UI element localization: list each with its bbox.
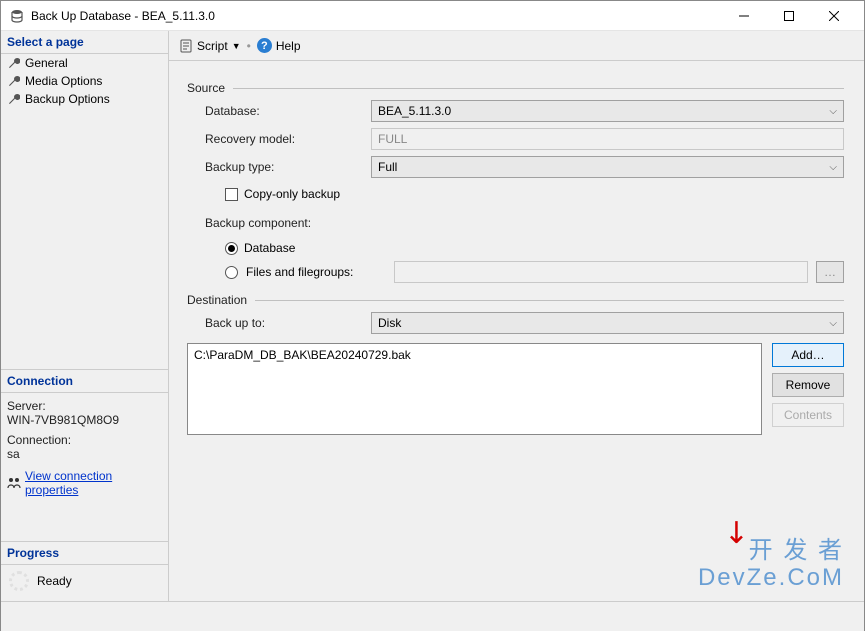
add-button[interactable]: Add…: [772, 343, 844, 367]
sidebar: Select a page General Media Options Back…: [1, 31, 169, 601]
destination-group-label: Destination: [187, 293, 247, 307]
database-value: BEA_5.11.3.0: [378, 104, 451, 118]
sidebar-item-media-options[interactable]: Media Options: [1, 72, 168, 90]
script-icon: [179, 39, 193, 53]
progress-spinner-icon: [9, 571, 29, 591]
wrench-icon: [7, 92, 21, 106]
copy-only-checkbox[interactable]: Copy-only backup: [225, 187, 844, 201]
select-page-header: Select a page: [1, 31, 168, 54]
source-group: Source: [187, 81, 844, 95]
filegroups-field: [394, 261, 808, 283]
copy-only-label: Copy-only backup: [244, 187, 340, 201]
backup-type-label: Backup type:: [205, 160, 371, 174]
radio-icon: [225, 242, 238, 255]
status-bar: [1, 601, 864, 631]
remove-button[interactable]: Remove: [772, 373, 844, 397]
sidebar-item-label: General: [25, 56, 68, 70]
sidebar-item-label: Backup Options: [25, 92, 110, 106]
main-panel: Script ▼ • ? Help Source Database: BEA_5…: [169, 31, 864, 601]
source-group-label: Source: [187, 81, 225, 95]
annotation-arrow: ↘: [715, 510, 758, 553]
radio-files-label[interactable]: Files and filegroups:: [246, 265, 386, 279]
database-label: Database:: [205, 104, 371, 118]
backup-type-select[interactable]: Full ⌵: [371, 156, 844, 178]
backup-component-label: Backup component:: [205, 216, 371, 230]
window-controls: [721, 1, 856, 30]
backup-type-value: Full: [378, 160, 397, 174]
database-icon: [9, 8, 25, 24]
checkbox-icon: [225, 188, 238, 201]
help-label: Help: [276, 39, 301, 53]
help-icon: ?: [257, 38, 272, 53]
connection-panel: Connection Server: WIN-7VB981QM8O9 Conne…: [1, 369, 168, 501]
backup-to-value: Disk: [378, 316, 401, 330]
chevron-down-icon: ▼: [232, 41, 241, 51]
sidebar-item-general[interactable]: General: [1, 54, 168, 72]
progress-status: Ready: [37, 574, 72, 588]
contents-button[interactable]: Contents: [772, 403, 844, 427]
radio-database-label: Database: [244, 241, 295, 255]
sidebar-item-backup-options[interactable]: Backup Options: [1, 90, 168, 108]
help-button[interactable]: ? Help: [257, 38, 301, 53]
server-label: Server:: [7, 399, 162, 413]
connection-icon: [7, 476, 21, 490]
chevron-down-icon: ⌵: [829, 162, 837, 173]
sidebar-item-label: Media Options: [25, 74, 102, 88]
recovery-model-value: FULL: [371, 128, 844, 150]
wrench-icon: [7, 74, 21, 88]
database-select[interactable]: BEA_5.11.3.0 ⌵: [371, 100, 844, 122]
backup-to-label: Back up to:: [205, 316, 371, 330]
script-button[interactable]: Script ▼: [179, 39, 241, 53]
view-connection-link[interactable]: View connection properties: [25, 469, 162, 497]
connection-label: Connection:: [7, 433, 162, 447]
connection-header: Connection: [1, 370, 168, 393]
recovery-model-label: Recovery model:: [205, 132, 371, 146]
wrench-icon: [7, 56, 21, 70]
progress-header: Progress: [1, 542, 168, 565]
window-title: Back Up Database - BEA_5.11.3.0: [31, 9, 721, 23]
radio-database[interactable]: Database: [225, 241, 844, 255]
server-value: WIN-7VB981QM8O9: [7, 413, 162, 427]
destination-group: Destination: [187, 293, 844, 307]
radio-icon: [225, 266, 238, 279]
list-item[interactable]: C:\ParaDM_DB_BAK\BEA20240729.bak: [194, 348, 755, 362]
chevron-down-icon: ⌵: [829, 106, 837, 117]
toolbar: Script ▼ • ? Help: [169, 31, 864, 61]
close-button[interactable]: [811, 1, 856, 30]
title-bar: Back Up Database - BEA_5.11.3.0: [1, 1, 864, 31]
script-label: Script: [197, 39, 228, 53]
separator: •: [247, 39, 251, 53]
chevron-down-icon: ⌵: [829, 318, 837, 329]
backup-to-select[interactable]: Disk ⌵: [371, 312, 844, 334]
minimize-button[interactable]: [721, 1, 766, 30]
connection-value: sa: [7, 447, 162, 461]
watermark: 开 发 者 DevZe.CoM: [698, 538, 844, 591]
maximize-button[interactable]: [766, 1, 811, 30]
filegroups-browse-button[interactable]: …: [816, 261, 844, 283]
destination-listbox[interactable]: C:\ParaDM_DB_BAK\BEA20240729.bak: [187, 343, 762, 435]
